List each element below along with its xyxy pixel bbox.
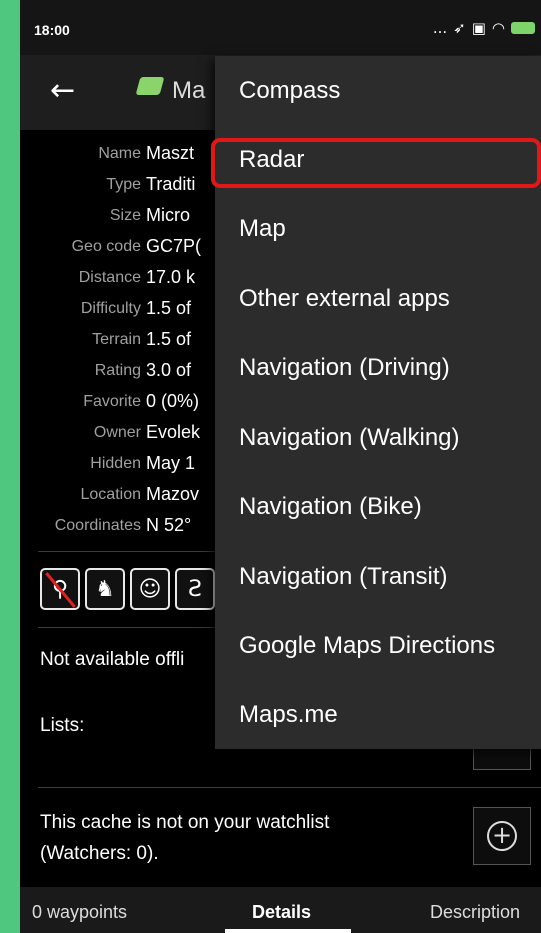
detail-value: 17.0 k [146, 267, 196, 287]
detail-value: 3.0 of [146, 360, 192, 380]
detail-value: N 52° [146, 515, 192, 535]
tab-details[interactable]: Details [252, 902, 311, 923]
back-arrow-icon[interactable]: ← [50, 73, 75, 108]
active-tab-indicator [225, 929, 351, 933]
detail-value: GC7P( [146, 236, 202, 256]
menu-item-map[interactable]: Map [215, 194, 541, 263]
offline-status: Not available offli [40, 649, 185, 670]
detail-label: Name [98, 144, 141, 162]
wifi-icon: ◠ [491, 19, 505, 37]
radar-highlight-outline [211, 138, 541, 188]
detail-label: Size [109, 206, 141, 224]
watchlist-text: This cache is not on your watchlist [40, 812, 330, 833]
divider [38, 787, 541, 788]
detail-label: Owner [93, 423, 141, 441]
no-binoculars-icon[interactable]: ⚲ [40, 568, 80, 610]
signal-dots: ... [432, 19, 448, 37]
detail-value: 1.5 of [146, 329, 192, 349]
detail-label: Terrain [92, 330, 141, 348]
menu-item-google-maps-directions[interactable]: Google Maps Directions [215, 611, 541, 680]
detail-label: Location [80, 485, 142, 503]
battery-icon [511, 22, 535, 34]
dog-icon[interactable]: ♞ [85, 568, 125, 610]
detail-label: Geo code [71, 237, 141, 255]
status-time: 18:00 [34, 22, 70, 38]
cache-type-icon [135, 77, 165, 95]
menu-item-navigation-driving[interactable]: Navigation (Driving) [215, 333, 541, 402]
status-bar: 18:00 ... ➶ ▣ ◠ [20, 0, 541, 55]
detail-value: May 1 [146, 453, 196, 473]
location-icon: ➶ [453, 19, 466, 37]
sim-icon: ▣ [471, 19, 486, 37]
status-icons: ... ➶ ▣ ◠ [433, 19, 535, 37]
lists-label: Lists: [40, 715, 85, 736]
menu-item-navigation-transit[interactable]: Navigation (Transit) [215, 542, 541, 611]
detail-label: Hidden [90, 454, 141, 472]
detail-value: Evolek [146, 422, 201, 442]
detail-label: Difficulty [80, 299, 141, 317]
plus-circle-icon: + [487, 821, 517, 851]
menu-item-compass[interactable]: Compass [215, 56, 541, 125]
kid-friendly-icon[interactable]: ☺ [130, 568, 170, 610]
detail-value: Mazov [146, 484, 200, 504]
menu-item-other-external-apps[interactable]: Other external apps [215, 264, 541, 333]
hiking-icon[interactable]: Ƨ [175, 568, 215, 610]
detail-label: Distance [78, 268, 141, 286]
menu-item-navigation-bike[interactable]: Navigation (Bike) [215, 472, 541, 541]
detail-value: Traditi [146, 174, 196, 194]
detail-label: Coordinates [54, 516, 141, 534]
tab-description[interactable]: Description [430, 902, 520, 923]
watchers-count: (Watchers: 0). [40, 843, 159, 864]
tab-waypoints[interactable]: 0 waypoints [32, 902, 127, 923]
menu-item-navigation-walking[interactable]: Navigation (Walking) [215, 403, 541, 472]
detail-value: 1.5 of [146, 298, 192, 318]
detail-label: Rating [94, 361, 141, 379]
detail-label: Type [106, 175, 141, 193]
detail-value: 0 (0%) [146, 391, 200, 411]
attribute-icons: ⚲ ♞ ☺ Ƨ [40, 568, 215, 610]
detail-value: Micro [146, 205, 190, 225]
menu-item-maps-me[interactable]: Maps.me [215, 680, 541, 749]
detail-label: Favorite [83, 392, 141, 410]
detail-value: Maszt [146, 143, 195, 163]
add-to-watchlist-button[interactable]: + [473, 807, 531, 865]
tab-bar: 0 waypoints Details Description [20, 887, 541, 933]
page-title: Ma [172, 77, 206, 104]
